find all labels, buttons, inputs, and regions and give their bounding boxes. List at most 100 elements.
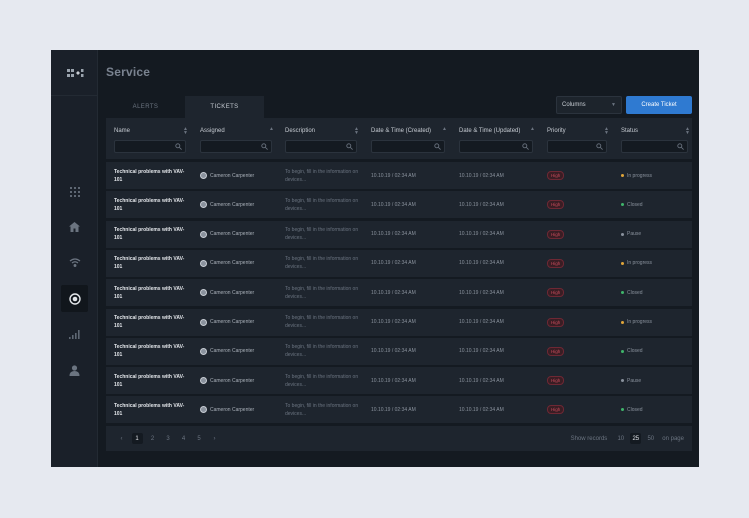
status-dot [621,349,624,353]
table-header: Name ▲ ▼ Assigned ▲ Description ▲ ▼ Date & Time … [106,118,692,159]
updated-datetime: 10.10.19 / 02:34 AM [459,260,504,267]
priority-badge: High [547,376,565,386]
created-datetime: 10.10.19 / 02:34 AM [371,231,416,238]
filter-input-priority[interactable] [547,140,607,153]
status-label: Pause [627,231,642,238]
page-size-25[interactable]: 25 [630,433,642,444]
filter-input-name[interactable] [114,140,186,153]
sort-icon[interactable]: ▲ [269,127,274,132]
status-cell: In progress [621,162,652,189]
priority-badge: High [547,405,565,415]
ticket-name[interactable]: Technical problems with VAV-101 [114,338,190,365]
priority-cell: High [547,279,565,306]
filter-input-assigned[interactable] [200,140,272,153]
page-size-10[interactable]: 10 [615,433,626,444]
ticket-name[interactable]: Technical problems with VAV-101 [114,396,190,423]
priority-cell: High [547,309,565,336]
ticket-name[interactable]: Technical problems with VAV-101 [114,191,190,218]
ticket-name[interactable]: Technical problems with VAV-101 [114,367,190,394]
table-row[interactable]: Technical problems with VAV-101 Cameron C… [106,308,692,336]
table-row[interactable]: Technical problems with VAV-101 Cameron C… [106,162,692,189]
status-dot [621,261,624,265]
page-1[interactable]: 1 [131,433,143,444]
priority-badge: High [547,346,565,356]
page-4[interactable]: 4 [178,433,189,444]
status-dot [621,408,624,412]
ticket-name[interactable]: Technical problems with VAV-101 [114,309,190,336]
filter-input-created[interactable] [371,140,445,153]
column-header-assigned: Assigned ▲ [192,118,276,159]
page-2[interactable]: 2 [147,433,158,444]
prev-page-icon[interactable]: ‹ [116,433,127,444]
table-row[interactable]: Technical problems with VAV-101 Cameron C… [106,367,692,395]
table-row[interactable]: Technical problems with VAV-101 Cameron C… [106,220,692,248]
sort-icon[interactable]: ▲ ▼ [604,127,609,136]
ticket-name[interactable]: Technical problems with VAV-101 [114,279,190,306]
ticket-name[interactable]: Technical problems with VAV-101 [114,162,190,189]
column-label[interactable]: Date & Time (Updated) [459,128,520,134]
user-icon[interactable] [61,357,88,384]
table-row[interactable]: Technical problems with VAV-101 Cameron C… [106,279,692,307]
assignee: Cameron Carpenter [200,221,254,248]
column-label[interactable]: Description [285,128,315,134]
ticket-description: To begin, fill in the information on dev… [285,256,359,271]
filter-input-status[interactable] [621,140,688,153]
ticket-name[interactable]: Technical problems with VAV-101 [114,250,190,277]
columns-select-label: Columns [562,102,586,108]
grid-icon[interactable] [61,178,88,205]
updated-datetime: 10.10.19 / 02:34 AM [459,348,504,355]
sort-icon[interactable]: ▲ [442,127,447,132]
assignee: Cameron Carpenter [200,396,254,423]
column-label[interactable]: Status [621,128,638,134]
records-per-page: Show records 10 25 50 on page [571,433,684,444]
ticket-description: To begin, fill in the information on dev… [285,373,359,388]
tab-tickets[interactable]: TICKETS [185,96,264,118]
home-icon[interactable] [61,213,88,240]
ticket-name[interactable]: Technical problems with VAV-101 [114,221,190,248]
filter-input-updated[interactable] [459,140,533,153]
table-row[interactable]: Technical problems with VAV-101 Cameron C… [106,249,692,277]
status-dot [621,320,624,324]
page-5[interactable]: 5 [194,433,205,444]
status-cell: Pause [621,221,641,248]
sort-icon[interactable]: ▲ ▼ [354,127,359,136]
avatar [200,172,207,179]
pager: ‹ 1 2 3 4 5 › [116,433,225,444]
table-row[interactable]: Technical problems with VAV-101 Cameron C… [106,191,692,219]
table-row[interactable]: Technical problems with VAV-101 Cameron C… [106,337,692,365]
wifi-icon[interactable] [61,249,88,276]
radio-target-icon[interactable] [61,285,88,312]
page-size-50[interactable]: 50 [645,433,656,444]
columns-select[interactable]: Columns ▼ [556,96,622,114]
status-dot [621,232,624,236]
assignee-name: Cameron Carpenter [210,172,255,179]
priority-badge: High [547,200,565,210]
column-label[interactable]: Assigned [200,128,225,134]
ticket-description: To begin, fill in the information on dev… [285,315,359,329]
next-page-icon[interactable]: › [209,433,220,444]
column-label[interactable]: Name [114,128,130,134]
priority-badge: High [547,288,565,298]
logo[interactable] [51,50,98,96]
assignee-name: Cameron Carpenter [210,260,255,267]
priority-badge: High [547,258,565,268]
sort-icon[interactable]: ▲ ▼ [183,127,188,136]
column-label[interactable]: Priority [547,128,566,134]
updated-datetime: 10.10.19 / 02:34 AM [459,319,504,325]
filter-input-description[interactable] [285,140,357,153]
create-ticket-button[interactable]: Create Ticket [626,96,692,114]
page-3[interactable]: 3 [163,433,174,444]
sort-icon[interactable]: ▲ [530,127,535,132]
tab-alerts[interactable]: ALERTS [106,96,185,118]
sort-icon[interactable]: ▲ ▼ [685,127,690,136]
status-cell: Closed [621,191,643,218]
column-label[interactable]: Date & Time (Created) [371,128,431,134]
priority-badge: High [547,229,565,239]
table-row[interactable]: Technical problems with VAV-101 Cameron C… [106,396,692,424]
updated-datetime: 10.10.19 / 02:34 AM [459,231,504,238]
avatar [200,289,207,297]
created-datetime: 10.10.19 / 02:34 AM [371,377,416,384]
avatar [200,347,207,355]
status-label: Closed [627,201,643,208]
signal-bars-icon[interactable] [61,321,88,348]
